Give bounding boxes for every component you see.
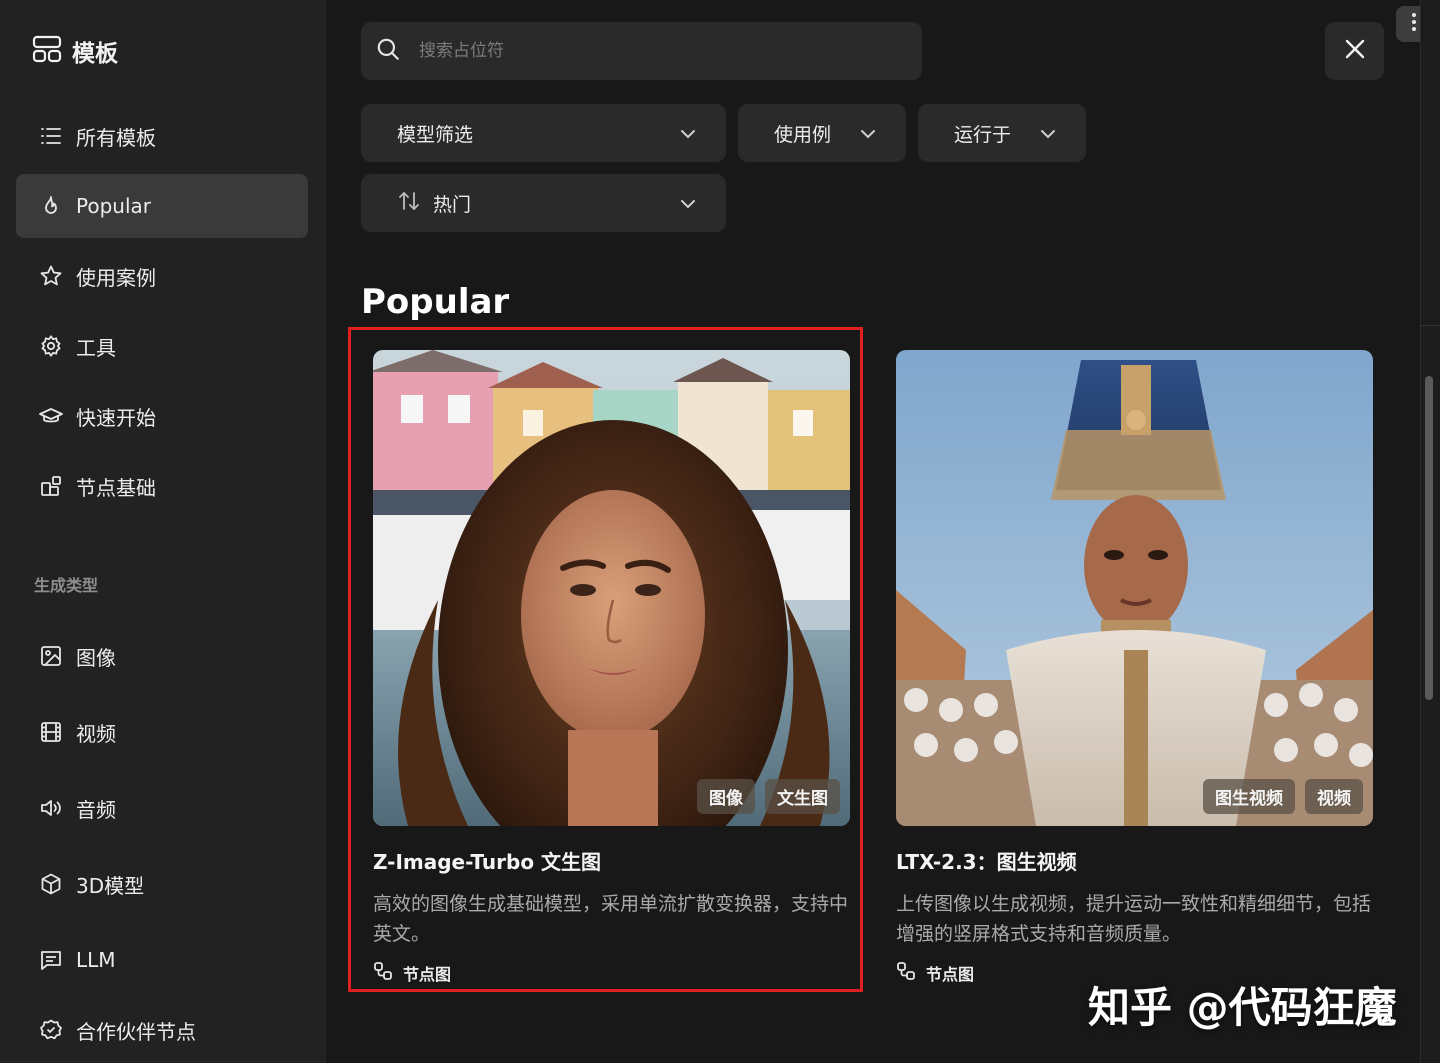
kebab-menu-icon bbox=[1411, 12, 1417, 36]
sidebar-item-3d-model[interactable]: 3D模型 bbox=[16, 852, 308, 916]
tag-badge[interactable]: 视频 bbox=[1305, 779, 1363, 814]
sidebar-item-label: 图像 bbox=[76, 645, 116, 670]
blocks-icon bbox=[38, 473, 64, 499]
card-title: Z-Image-Turbo 文生图 bbox=[373, 850, 602, 874]
search-input[interactable] bbox=[419, 41, 879, 61]
runs-on-dropdown[interactable]: 运行于 bbox=[918, 104, 1086, 162]
portrait-thumbnail-image bbox=[373, 350, 850, 826]
badge-icon bbox=[38, 1017, 64, 1043]
use-case-label: 使用例 bbox=[774, 123, 832, 146]
sidebar-item-label: 音频 bbox=[76, 797, 116, 822]
sidebar-item-all-templates[interactable]: 所有模板 bbox=[16, 104, 308, 168]
sort-dropdown[interactable]: 热门 bbox=[361, 174, 726, 232]
runs-on-label: 运行于 bbox=[954, 123, 1012, 146]
card-meta-label: 节点图 bbox=[926, 965, 975, 984]
template-card-z-image-turbo[interactable]: 图像 文生图 Z-Image-Turbo 文生图 高效的图像生成基础模型，采用单… bbox=[373, 350, 850, 985]
section-label-generation-type: 生成类型 bbox=[34, 576, 99, 595]
tag-badge[interactable]: 图像 bbox=[697, 779, 755, 814]
sidebar-item-popular[interactable]: Popular bbox=[16, 174, 308, 238]
model-filter-dropdown[interactable]: 模型筛选 bbox=[361, 104, 726, 162]
sidebar-item-tools[interactable]: 工具 bbox=[16, 314, 308, 378]
card-description: 上传图像以生成视频，提升运动一致性和精细细节，包括增强的竖屏格式支持和音频质量。 bbox=[896, 893, 1372, 945]
node-graph-icon bbox=[373, 961, 393, 985]
sidebar-item-label: 3D模型 bbox=[76, 873, 145, 898]
sidebar-item-image[interactable]: 图像 bbox=[16, 624, 308, 688]
sidebar-item-node-basics[interactable]: 节点基础 bbox=[16, 454, 308, 518]
pharaoh-thumbnail-image bbox=[896, 350, 1373, 826]
sidebar-item-label: 合作伙伴节点 bbox=[76, 1019, 196, 1044]
star-icon bbox=[38, 263, 64, 289]
card-tags: 图像 文生图 bbox=[697, 779, 840, 814]
template-grid-icon bbox=[32, 35, 62, 67]
scrollbar-thumb[interactable] bbox=[1425, 376, 1433, 700]
template-card-ltx[interactable]: 图生视频 视频 LTX-2.3：图生视频 上传图像以生成视频，提升运动一致性和精… bbox=[896, 350, 1373, 985]
card-thumbnail: 图像 文生图 bbox=[373, 350, 850, 826]
chevron-down-icon bbox=[680, 122, 696, 144]
sidebar-item-label: 所有模板 bbox=[76, 125, 156, 150]
flame-icon bbox=[38, 193, 64, 219]
image-icon bbox=[38, 643, 64, 669]
node-graph-icon bbox=[896, 961, 916, 985]
card-thumbnail: 图生视频 视频 bbox=[896, 350, 1373, 826]
card-tags: 图生视频 视频 bbox=[1203, 779, 1363, 814]
search-bar[interactable] bbox=[361, 22, 922, 80]
card-description: 高效的图像生成基础模型，采用单流扩散变换器，支持中英文。 bbox=[373, 893, 849, 945]
chevron-down-icon bbox=[860, 122, 876, 144]
gear-icon bbox=[38, 333, 64, 359]
sidebar-item-quick-start[interactable]: 快速开始 bbox=[16, 384, 308, 448]
sidebar-item-video[interactable]: 视频 bbox=[16, 700, 308, 764]
sidebar-item-label: Popular bbox=[76, 194, 151, 218]
sidebar-item-audio[interactable]: 音频 bbox=[16, 776, 308, 840]
sort-label: 热门 bbox=[433, 193, 472, 216]
card-meta: 节点图 bbox=[373, 961, 850, 985]
sidebar-item-partner-nodes[interactable]: 合作伙伴节点 bbox=[16, 998, 308, 1062]
film-icon bbox=[38, 719, 64, 745]
close-icon bbox=[1343, 37, 1367, 65]
tag-badge[interactable]: 文生图 bbox=[765, 779, 840, 814]
sidebar-item-llm[interactable]: LLM bbox=[16, 928, 308, 992]
card-title: LTX-2.3：图生视频 bbox=[896, 850, 1077, 874]
search-icon bbox=[375, 36, 401, 66]
list-icon bbox=[38, 123, 64, 149]
watermark: 知乎 @代码狂魔 bbox=[1088, 983, 1397, 1032]
chevron-down-icon bbox=[680, 192, 696, 214]
tag-badge[interactable]: 图生视频 bbox=[1203, 779, 1295, 814]
template-browser: 模板 所有模板 Popular 使用案例 工具 快速开始 节点基础 生成类型 图… bbox=[0, 0, 1440, 1063]
section-heading: Popular bbox=[361, 282, 510, 322]
sort-arrows-icon bbox=[397, 190, 421, 217]
divider bbox=[1420, 325, 1440, 326]
chevron-down-icon bbox=[1040, 122, 1056, 144]
sidebar: 模板 所有模板 Popular 使用案例 工具 快速开始 节点基础 生成类型 图… bbox=[0, 0, 326, 1063]
sidebar-item-label: LLM bbox=[76, 948, 116, 972]
sidebar-item-label: 视频 bbox=[76, 721, 116, 746]
use-case-dropdown[interactable]: 使用例 bbox=[738, 104, 906, 162]
speaker-icon bbox=[38, 795, 64, 821]
sidebar-item-label: 工具 bbox=[76, 335, 116, 360]
sidebar-item-use-cases[interactable]: 使用案例 bbox=[16, 244, 308, 308]
sidebar-brand: 模板 bbox=[32, 34, 118, 68]
cube-icon bbox=[38, 871, 64, 897]
card-meta-label: 节点图 bbox=[403, 965, 452, 984]
model-filter-label: 模型筛选 bbox=[397, 123, 474, 146]
sidebar-item-label: 节点基础 bbox=[76, 475, 156, 500]
sidebar-item-label: 快速开始 bbox=[76, 405, 156, 430]
sidebar-item-label: 使用案例 bbox=[76, 265, 156, 290]
graduation-cap-icon bbox=[38, 403, 64, 429]
sidebar-title: 模板 bbox=[72, 41, 118, 67]
close-button[interactable] bbox=[1325, 22, 1384, 80]
message-icon bbox=[38, 947, 64, 973]
